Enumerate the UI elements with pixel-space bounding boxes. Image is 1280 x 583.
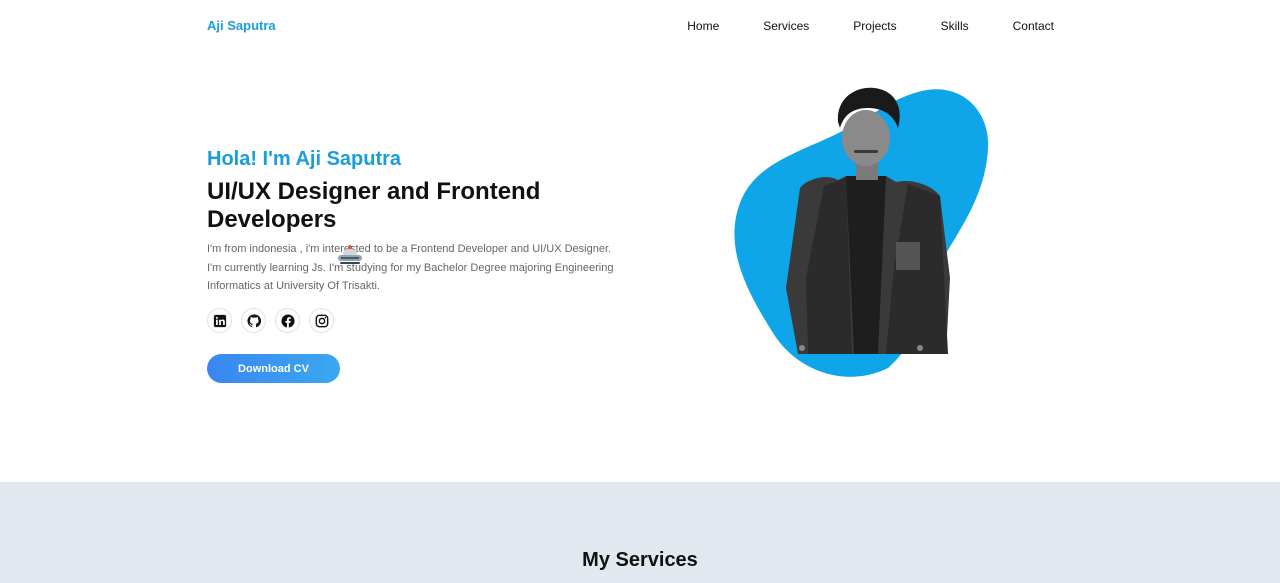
social-links bbox=[207, 308, 334, 333]
download-cv-button[interactable]: Download CV bbox=[207, 354, 340, 383]
services-section: My Services bbox=[0, 482, 1280, 583]
instagram-icon[interactable] bbox=[309, 308, 334, 333]
navbar: Aji Saputra Home Services Projects Skill… bbox=[0, 0, 1280, 54]
hero-role: UI/UX Designer and Frontend Developers bbox=[207, 178, 541, 233]
hero-greeting: Hola! I'm Aji Saputra bbox=[207, 148, 402, 170]
brand-logo[interactable]: Aji Saputra bbox=[207, 18, 276, 33]
nav-link-contact[interactable]: Contact bbox=[1013, 19, 1054, 33]
nav-links: Home Services Projects Skills Contact bbox=[687, 19, 1054, 33]
github-icon[interactable] bbox=[241, 308, 266, 333]
ufo-emoji-icon bbox=[338, 245, 362, 264]
nav-link-home[interactable]: Home bbox=[687, 19, 719, 33]
nav-link-projects[interactable]: Projects bbox=[853, 19, 896, 33]
hero-section: Hola! I'm Aji Saputra UI/UX Designer and… bbox=[0, 54, 1280, 482]
services-title: My Services bbox=[582, 549, 698, 571]
nav-link-services[interactable]: Services bbox=[763, 19, 809, 33]
profile-portrait bbox=[734, 87, 989, 377]
linkedin-icon[interactable] bbox=[207, 308, 232, 333]
nav-link-skills[interactable]: Skills bbox=[941, 19, 969, 33]
hero-bio: I'm from indonesia , i'm interested to b… bbox=[207, 243, 614, 292]
facebook-icon[interactable] bbox=[275, 308, 300, 333]
